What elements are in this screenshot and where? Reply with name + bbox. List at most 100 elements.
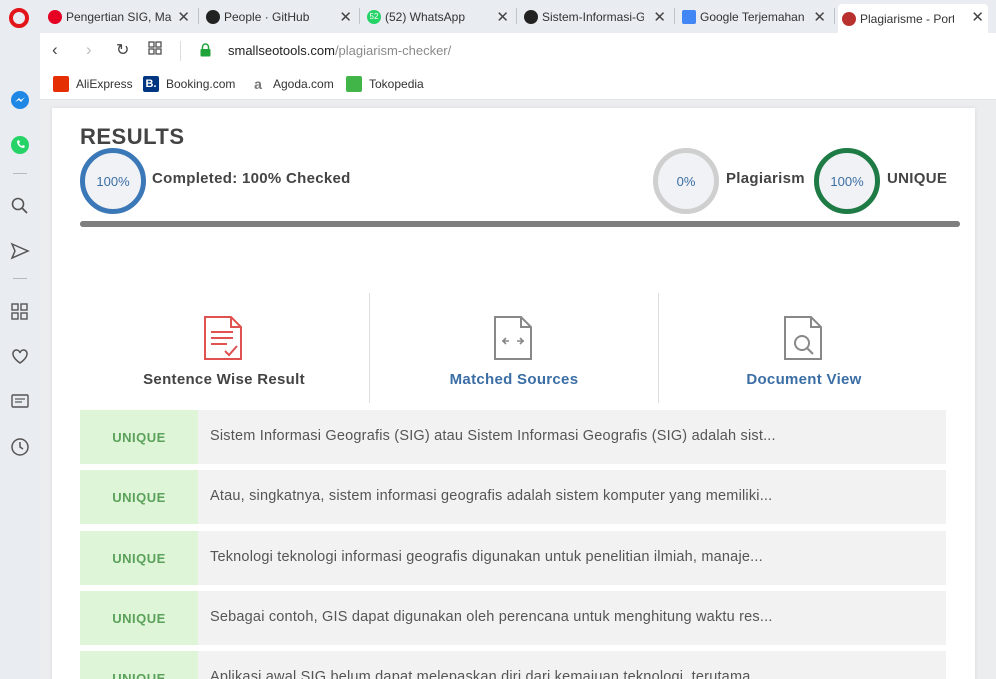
sentence-row[interactable]: UNIQUE Atau, singkatnya, sistem informas…	[80, 470, 946, 524]
close-icon[interactable]: ✕	[177, 8, 190, 26]
progress-bar	[80, 221, 960, 227]
status-badge: UNIQUE	[80, 410, 198, 464]
pinterest-icon	[48, 9, 62, 24]
checked-percent: 100%	[96, 173, 130, 189]
bookmarks-bar: AliExpress B. Booking.com a Agoda.com To…	[40, 68, 996, 100]
bookmark-aliexpress[interactable]: AliExpress	[53, 76, 133, 92]
forward-icon[interactable]: ›	[86, 40, 92, 60]
bookmark-label: AliExpress	[76, 77, 133, 91]
tab-separator	[674, 8, 675, 24]
bookmark-label: Booking.com	[166, 77, 236, 91]
tab-title: Google Terjemahan	[700, 9, 805, 24]
messenger-icon[interactable]	[10, 90, 30, 110]
whatsapp-icon: 52	[367, 9, 381, 24]
tab-title: People · GitHub	[224, 9, 310, 24]
status-badge: UNIQUE	[80, 531, 198, 585]
address-bar: ‹ › ↻ smallseotools.com/plagiarism-check…	[40, 33, 996, 68]
news-icon[interactable]	[10, 391, 30, 411]
sentence-row[interactable]: UNIQUE Teknologi teknologi informasi geo…	[80, 531, 946, 585]
progress-fill	[80, 221, 960, 227]
tab-title: Sistem-Informasi-G	[542, 9, 644, 24]
sidebar	[0, 33, 40, 679]
agoda-icon: a	[254, 76, 262, 92]
close-icon[interactable]: ✕	[653, 8, 666, 26]
view-label: Document View	[746, 371, 862, 388]
status-badge: UNIQUE	[80, 591, 198, 645]
bookmark-booking[interactable]: B. Booking.com	[143, 76, 235, 92]
tab-pengertian-sig[interactable]: Pengertian SIG, Ma ✕	[44, 4, 194, 29]
aliexpress-icon	[53, 76, 69, 92]
url-field[interactable]: smallseotools.com/plagiarism-checker/	[228, 43, 451, 58]
tab-sistem-informasi[interactable]: Sistem-Informasi-G ✕	[520, 4, 670, 29]
sentence-row[interactable]: UNIQUE Sebagai contoh, GIS dapat digunak…	[80, 591, 946, 645]
history-icon[interactable]	[10, 437, 30, 457]
tokopedia-icon	[346, 76, 362, 92]
search-icon[interactable]	[10, 196, 30, 216]
whatsapp-icon[interactable]	[10, 135, 30, 155]
bookmark-agoda[interactable]: a Agoda.com	[250, 76, 334, 92]
tab-document-view[interactable]: Document View	[660, 293, 948, 403]
reload-icon[interactable]: ↻	[116, 40, 129, 60]
tab-separator	[516, 8, 517, 24]
checked-ring: 100%	[80, 148, 146, 214]
results-title: RESULTS	[80, 124, 185, 149]
url-path: /plagiarism-checker/	[334, 43, 452, 58]
url-host: smallseotools.com	[228, 43, 335, 58]
tab-separator	[359, 8, 360, 24]
compare-document-icon	[494, 316, 532, 360]
bookmark-tokopedia[interactable]: Tokopedia	[346, 76, 424, 92]
send-icon[interactable]	[10, 241, 30, 261]
close-icon[interactable]: ✕	[496, 8, 509, 26]
plagiarism-percent: 0%	[676, 173, 696, 189]
plagiarism-ring: 0%	[653, 148, 719, 214]
close-icon[interactable]: ✕	[971, 8, 984, 26]
document-search-icon	[784, 316, 822, 360]
tabs-grid-icon[interactable]	[148, 40, 162, 60]
github-icon	[524, 9, 538, 24]
github-icon	[206, 9, 220, 24]
close-icon[interactable]: ✕	[339, 8, 352, 26]
heart-icon[interactable]	[10, 346, 30, 366]
tab-plagiarisme-portal[interactable]: Plagiarisme - Portal ✕	[838, 4, 988, 33]
status-badge: UNIQUE	[80, 470, 198, 524]
sentence-text: Atau, singkatnya, sistem informasi geogr…	[210, 488, 773, 504]
booking-icon: B.	[143, 76, 159, 92]
page-content: RESULTS 100% Completed: 100% Checked 0% …	[40, 100, 996, 679]
view-label: Sentence Wise Result	[143, 371, 305, 388]
close-icon[interactable]: ✕	[813, 8, 826, 26]
google-translate-icon	[682, 9, 696, 24]
sentence-text: Teknologi teknologi informasi geografis …	[210, 549, 763, 565]
sidebar-divider	[13, 173, 27, 174]
tab-title: Plagiarisme - Portal	[860, 11, 954, 26]
tab-bar: Pengertian SIG, Ma ✕ People · GitHub ✕ 5…	[0, 0, 996, 33]
tab-title: Pengertian SIG, Ma	[66, 9, 172, 24]
tab-separator	[834, 8, 835, 24]
tab-people-github[interactable]: People · GitHub ✕	[202, 4, 356, 29]
view-label: Matched Sources	[449, 371, 579, 388]
speed-dial-icon[interactable]	[10, 301, 30, 321]
portal-icon	[842, 11, 856, 26]
opera-logo-icon[interactable]	[9, 8, 29, 28]
sidebar-divider	[13, 278, 27, 279]
sentence-text: Sistem Informasi Geografis (SIG) atau Si…	[210, 428, 776, 444]
plagiarism-label: Plagiarism	[726, 170, 805, 187]
tab-separator	[198, 8, 199, 24]
tab-matched-sources[interactable]: Matched Sources	[370, 293, 658, 403]
bookmark-label: Tokopedia	[369, 77, 424, 91]
tab-sentence-wise-result[interactable]: Sentence Wise Result	[80, 293, 368, 403]
sentence-row[interactable]: UNIQUE Aplikasi awal SIG belum dapat mel…	[80, 651, 946, 679]
unique-label: UNIQUE	[887, 170, 948, 187]
sentence-text: Sebagai contoh, GIS dapat digunakan oleh…	[210, 609, 773, 625]
sentence-row[interactable]: UNIQUE Sistem Informasi Geografis (SIG) …	[80, 410, 946, 464]
tab-whatsapp[interactable]: 52 (52) WhatsApp ✕	[363, 4, 513, 29]
tab-google-terjemahan[interactable]: Google Terjemahan ✕	[678, 4, 830, 29]
document-check-icon	[204, 316, 242, 360]
bookmark-label: Agoda.com	[273, 77, 334, 91]
checked-label: Completed: 100% Checked	[152, 170, 351, 187]
view-divider	[658, 293, 659, 403]
unique-ring: 100%	[814, 148, 880, 214]
back-icon[interactable]: ‹	[52, 40, 58, 60]
tab-title: (52) WhatsApp	[385, 9, 466, 24]
sentence-text: Aplikasi awal SIG belum dapat melepaskan…	[210, 669, 764, 679]
lock-icon[interactable]	[200, 43, 211, 57]
